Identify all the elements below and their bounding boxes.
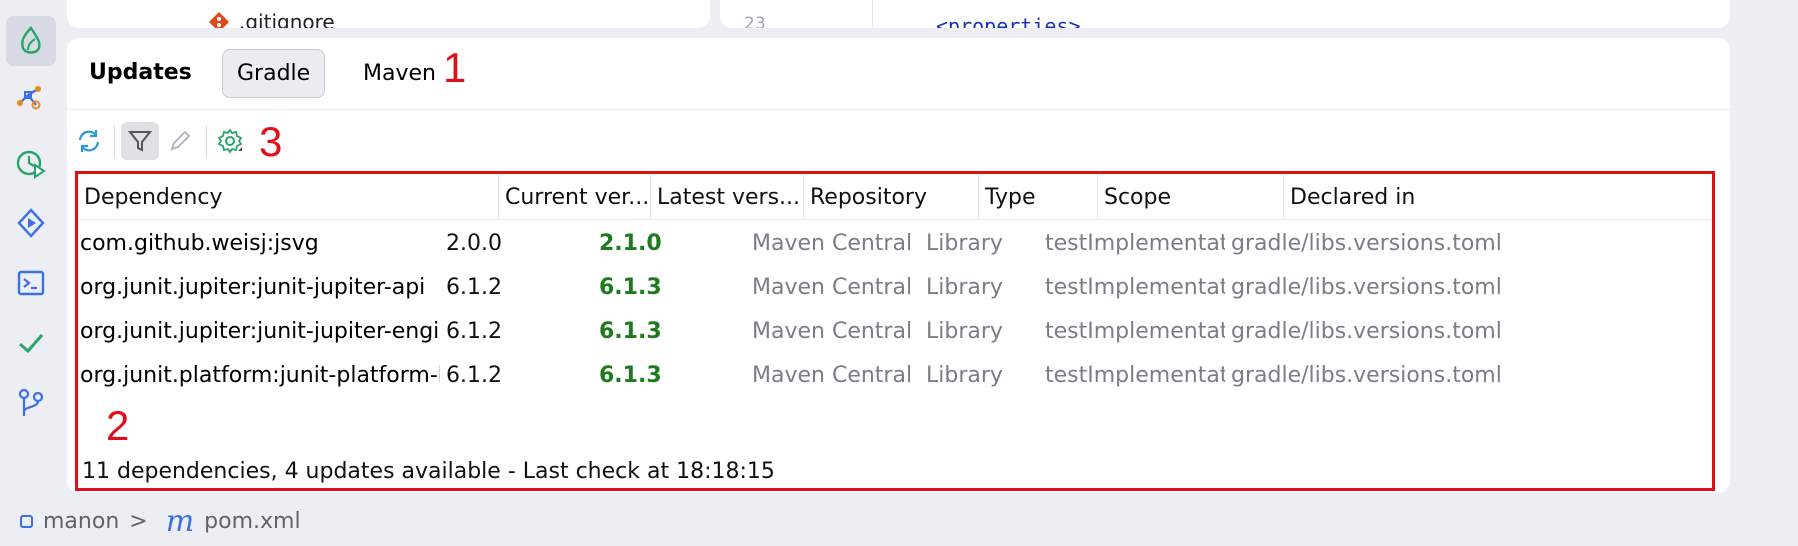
- table-header: Dependency Current ver... Latest vers...…: [78, 174, 1712, 220]
- table-row[interactable]: org.junit.jupiter:junit-jupiter-api 6.1.…: [78, 265, 1712, 309]
- toolbar-separator: [114, 126, 115, 158]
- project-tree-panel: .gitignore: [67, 0, 710, 28]
- panel-title: Updates: [89, 60, 192, 85]
- table-row[interactable]: org.junit.platform:junit-platform-launch…: [78, 353, 1712, 397]
- column-header-type[interactable]: Type: [978, 174, 1097, 220]
- status-text: 11 dependencies, 4 updates available - L…: [82, 459, 775, 484]
- cell-scope: testImplementation: [1045, 318, 1225, 344]
- tree-item-gitignore[interactable]: .gitignore: [207, 10, 335, 28]
- cell-type: Library: [926, 318, 1003, 344]
- dependency-analyzer-icon[interactable]: [6, 73, 56, 123]
- check-icon[interactable]: [6, 318, 56, 368]
- cell-type: Library: [926, 230, 1003, 256]
- breadcrumb: manon > m pom.xml: [20, 503, 301, 539]
- cell-dependency: org.junit.jupiter:junit-jupiter-api: [80, 274, 426, 300]
- breadcrumb-project[interactable]: manon: [43, 509, 119, 534]
- cell-repository: Maven Central: [752, 274, 913, 300]
- cell-repository: Maven Central: [752, 230, 913, 256]
- cell-repository: Maven Central: [752, 362, 913, 388]
- tool-window-strip: [0, 0, 62, 546]
- toolbar: 3: [67, 110, 1730, 174]
- annotation-3: 3: [259, 118, 283, 165]
- cell-declared-in: gradle/libs.versions.toml: [1231, 230, 1502, 256]
- cell-repository: Maven Central: [752, 318, 913, 344]
- line-number: 23: [744, 14, 766, 28]
- column-header-dependency[interactable]: Dependency: [78, 174, 498, 220]
- cell-type: Library: [926, 362, 1003, 388]
- refresh-icon[interactable]: [70, 122, 108, 160]
- cell-type: Library: [926, 274, 1003, 300]
- module-icon: [20, 514, 33, 528]
- chevron-right-icon: >: [129, 508, 148, 534]
- cell-scope: testImplementation: [1045, 362, 1225, 388]
- dependencies-table: Dependency Current ver... Latest vers...…: [75, 171, 1715, 491]
- cell-current-version: 6.1.2: [446, 362, 502, 388]
- cell-dependency: org.junit.jupiter:junit-jupiter-engine: [80, 318, 440, 344]
- cell-latest-version: 2.1.0: [599, 230, 662, 256]
- cell-current-version: 6.1.2: [446, 318, 502, 344]
- cell-declared-in: gradle/libs.versions.toml: [1231, 318, 1502, 344]
- cell-latest-version: 6.1.3: [599, 274, 662, 300]
- editor-panel: 23 <properties>: [720, 0, 1730, 28]
- column-header-repository[interactable]: Repository: [803, 174, 978, 220]
- maven-file-icon: m: [165, 503, 195, 539]
- cell-declared-in: gradle/libs.versions.toml: [1231, 274, 1502, 300]
- annotation-1: 1: [443, 44, 467, 91]
- annotation-2: 2: [106, 402, 130, 449]
- cell-current-version: 6.1.2: [446, 274, 502, 300]
- breadcrumb-file[interactable]: pom.xml: [204, 509, 300, 534]
- column-header-declared-in[interactable]: Declared in: [1283, 174, 1715, 220]
- column-header-scope[interactable]: Scope: [1097, 174, 1283, 220]
- cell-dependency: com.github.weisj:jsvg: [80, 230, 319, 256]
- cell-scope: testImplementation: [1045, 274, 1225, 300]
- git-file-icon: [209, 12, 229, 28]
- spring-icon[interactable]: [6, 16, 56, 66]
- tab-bar: Updates Gradle Maven 1: [67, 38, 1730, 110]
- cell-latest-version: 6.1.3: [599, 362, 662, 388]
- table-row[interactable]: org.junit.jupiter:junit-jupiter-engine 6…: [78, 309, 1712, 353]
- cell-current-version: 2.0.0: [446, 230, 502, 256]
- filter-icon[interactable]: [121, 122, 159, 160]
- code-line: <properties>: [936, 14, 1081, 28]
- git-branch-icon[interactable]: [6, 378, 56, 428]
- cell-declared-in: gradle/libs.versions.toml: [1231, 362, 1502, 388]
- settings-icon[interactable]: [211, 122, 249, 160]
- profiler-icon[interactable]: [6, 138, 56, 188]
- cell-latest-version: 6.1.3: [599, 318, 662, 344]
- tree-item-label: .gitignore: [239, 10, 335, 28]
- column-header-current-version[interactable]: Current ver...: [498, 174, 650, 220]
- terminal-icon[interactable]: [6, 258, 56, 308]
- updates-panel: Updates Gradle Maven 1 3 Dependency Curr…: [67, 38, 1730, 493]
- services-icon[interactable]: [6, 198, 56, 248]
- edit-icon[interactable]: [161, 122, 199, 160]
- cell-dependency: org.junit.platform:junit-platform-launch…: [80, 362, 440, 388]
- toolbar-separator: [206, 126, 207, 158]
- column-header-latest-version[interactable]: Latest vers...: [650, 174, 803, 220]
- cell-scope: testImplementation: [1045, 230, 1225, 256]
- tab-maven[interactable]: Maven: [349, 49, 450, 98]
- tab-gradle[interactable]: Gradle: [222, 49, 326, 98]
- gutter-divider: [872, 0, 873, 28]
- table-row[interactable]: com.github.weisj:jsvg 2.0.0 2.1.0 Maven …: [78, 221, 1712, 265]
